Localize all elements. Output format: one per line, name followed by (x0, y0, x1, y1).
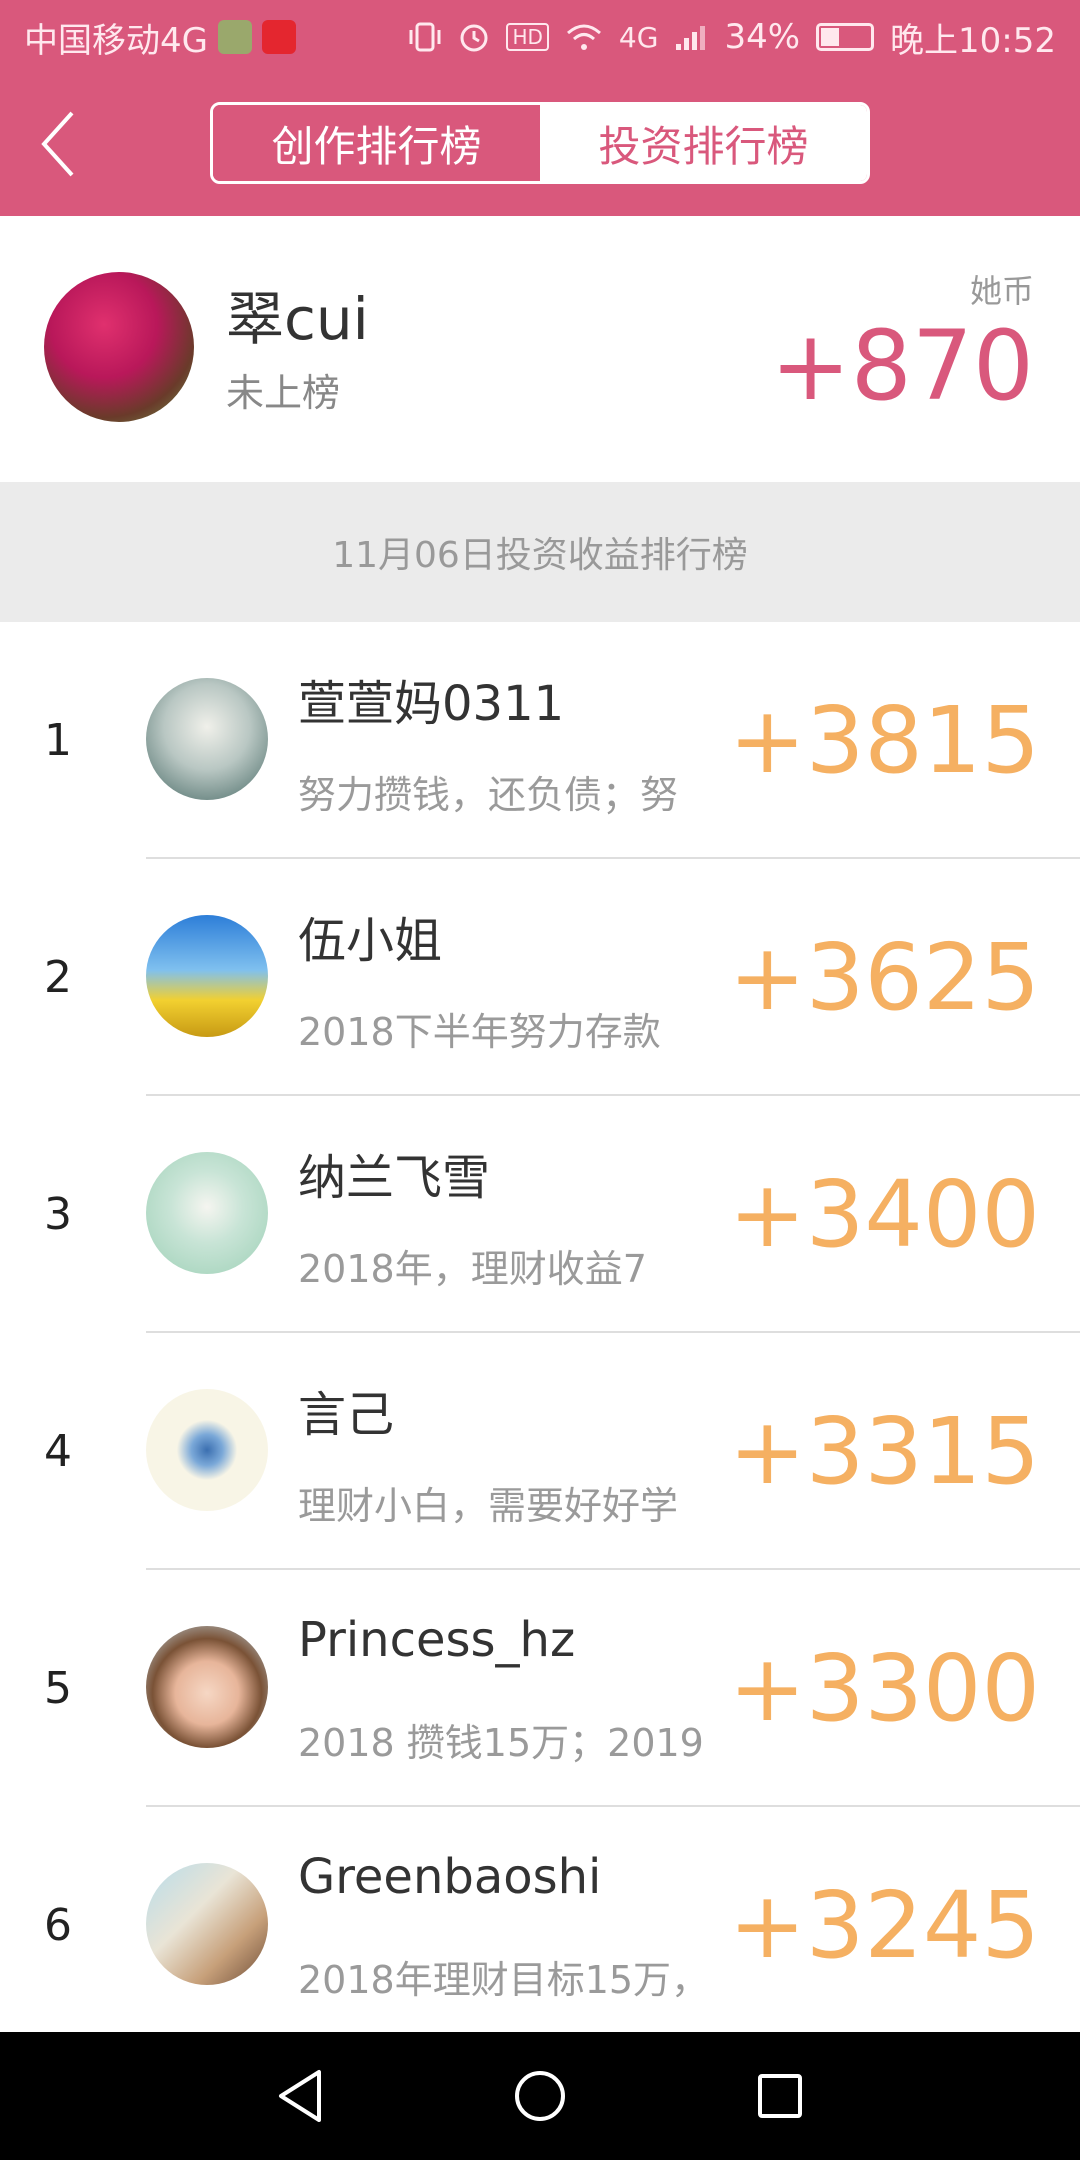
avatar (44, 272, 194, 422)
user-score: +3400 (728, 1161, 1040, 1268)
news-app-notification-icon (261, 20, 296, 54)
avatar[interactable] (146, 1152, 268, 1274)
profile-name: 翠cui (226, 285, 369, 353)
signal-icon (676, 26, 706, 50)
rank-number: 3 (44, 1189, 72, 1240)
status-icons: HD 4G 34% 晚上10:52 (408, 13, 1056, 62)
avatar[interactable] (146, 1863, 268, 1985)
user-motto: 2018年，理财收益7 (298, 1247, 647, 1291)
status-bar: 中国移动4G HD 4G 34% 晚上10:52 (0, 0, 1080, 74)
user-name: 萱萱妈0311 (298, 676, 565, 732)
wifi-icon (566, 24, 601, 50)
rank-number: 4 (44, 1426, 72, 1477)
recents-square-icon (758, 2074, 802, 2118)
profile-rank-status: 未上榜 (226, 371, 341, 415)
avatar[interactable] (146, 678, 268, 800)
user-score: +3315 (728, 1398, 1040, 1505)
user-score: +3245 (728, 1872, 1040, 1979)
ranking-tab-switcher: 创作排行榜 投资排行榜 (210, 102, 870, 184)
nav-recents-button[interactable] (740, 2056, 820, 2136)
rank-number: 6 (44, 1900, 72, 1951)
system-nav-bar (0, 2032, 1080, 2160)
avatar[interactable] (146, 1389, 268, 1511)
back-triangle-icon (279, 2070, 321, 2122)
list-item[interactable]: 2 伍小姐 2018下半年努力存款 +3625 (0, 859, 1080, 1096)
user-motto: 2018 攒钱15万；2019 (298, 1721, 704, 1765)
tab-creation-ranking[interactable]: 创作排行榜 (213, 105, 540, 181)
my-profile-card[interactable]: 翠cui 未上榜 她币 +870 (0, 216, 1080, 482)
back-arrow-icon (41, 111, 74, 177)
ranking-date-header: 11月06日投资收益排行榜 (0, 482, 1080, 622)
battery-icon (816, 23, 875, 51)
vibrate-icon (409, 22, 441, 52)
nav-back-button[interactable] (260, 2056, 340, 2136)
nav-home-button[interactable] (500, 2056, 580, 2136)
rank-number: 2 (44, 952, 72, 1003)
back-button[interactable] (28, 104, 88, 184)
ranking-list: 1 萱萱妈0311 努力攒钱，还负债；努 +3815 2 伍小姐 2018下半年… (0, 622, 1080, 2044)
network-type-label: 4G (618, 20, 659, 54)
currency-label: 她币 (969, 272, 1034, 310)
avatar[interactable] (146, 915, 268, 1037)
rank-number: 1 (44, 715, 72, 766)
user-motto: 2018年理财目标15万， (298, 1958, 710, 2002)
app-notification-icon (217, 20, 252, 54)
user-score: +3625 (728, 924, 1040, 1031)
user-score: +3300 (728, 1635, 1040, 1742)
user-motto: 努力攒钱，还负债；努 (298, 773, 679, 817)
tab-investment-ranking[interactable]: 投资排行榜 (540, 105, 867, 181)
user-score: +3815 (728, 687, 1040, 794)
carrier-text: 中国移动4G (24, 20, 208, 61)
clock: 晚上10:52 (890, 20, 1056, 61)
user-name: 言己 (298, 1387, 395, 1443)
battery-percent: 34% (724, 17, 801, 57)
user-motto: 理财小白，需要好好学 (298, 1484, 679, 1528)
rank-number: 5 (44, 1663, 72, 1714)
profile-coins: +870 (770, 310, 1034, 422)
hd-icon: HD (506, 23, 549, 51)
list-item[interactable]: 1 萱萱妈0311 努力攒钱，还负债；努 +3815 (0, 622, 1080, 859)
list-item[interactable]: 5 Princess_hz 2018 攒钱15万；2019 +3300 (0, 1570, 1080, 1807)
list-item[interactable]: 6 Greenbaoshi 2018年理财目标15万， +3245 (0, 1807, 1080, 2044)
user-motto: 2018下半年努力存款 (298, 1010, 661, 1054)
user-name: 纳兰飞雪 (298, 1150, 491, 1206)
user-name: Princess_hz (298, 1612, 576, 1668)
avatar[interactable] (146, 1626, 268, 1748)
list-item[interactable]: 4 言己 理财小白，需要好好学 +3315 (0, 1333, 1080, 1570)
home-circle-icon (515, 2071, 565, 2121)
carrier-group: 中国移动4G (24, 13, 296, 62)
list-item[interactable]: 3 纳兰飞雪 2018年，理财收益7 +3400 (0, 1096, 1080, 1333)
alarm-icon (460, 24, 488, 52)
user-name: 伍小姐 (298, 913, 443, 969)
top-header: 创作排行榜 投资排行榜 (0, 74, 1080, 216)
user-name: Greenbaoshi (298, 1849, 602, 1905)
